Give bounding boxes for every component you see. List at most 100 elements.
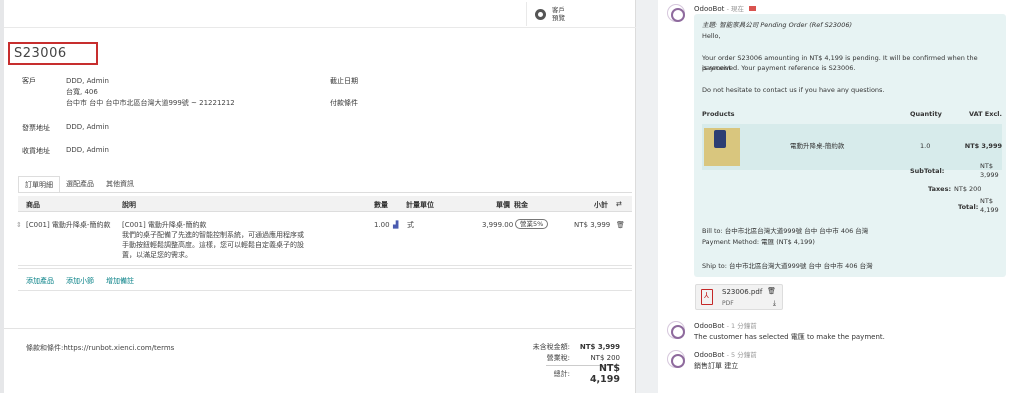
email-products-header: Products Quantity VAT Excl. bbox=[702, 110, 1002, 118]
terms-and-conditions[interactable]: 條款和條件:https://runbot.xienci.com/terms bbox=[26, 343, 174, 353]
email-message-body: 主題: 智能家具公司 Pending Order (Ref S23006) He… bbox=[694, 14, 1006, 277]
untaxed-amount-label: 未含稅金額: bbox=[532, 342, 570, 351]
total-value: NT$ 4,199 bbox=[589, 362, 620, 385]
row-separator bbox=[18, 268, 632, 269]
email-col-vat: VAT Excl. bbox=[969, 110, 1002, 118]
email-bill-to: Bill to: 台中市北區台灣大道999號 台中 台中市 406 台灣 bbox=[702, 227, 869, 235]
customer-field[interactable]: DDD, Admin 台寬, 406 台中市 台中 台中市北區台灣大道999號 … bbox=[66, 76, 235, 109]
email-item-price: NT$ 3,999 bbox=[964, 142, 1002, 150]
envelope-icon bbox=[749, 6, 757, 11]
tab-order-lines[interactable]: 訂單明細 bbox=[18, 176, 60, 193]
order-reference-title: S23006 bbox=[8, 42, 98, 65]
invoice-address-field[interactable]: DDD, Admin bbox=[66, 122, 109, 133]
row-uom[interactable]: 式 bbox=[407, 220, 414, 230]
row-description-line: 手動按鈕輕鬆調整高度。這樣，您可以輕鬆自定義桌子的設 bbox=[122, 241, 304, 249]
add-product-link[interactable]: 添加產品 bbox=[26, 276, 54, 286]
email-item-name: 電動升降桌-簡約款 bbox=[790, 142, 845, 150]
col-quantity[interactable]: 數量 bbox=[374, 200, 388, 210]
download-icon[interactable]: ⤓ bbox=[773, 299, 776, 308]
row-quantity[interactable]: 1.00 bbox=[374, 220, 390, 230]
col-uom[interactable]: 計量單位 bbox=[406, 200, 434, 210]
panel-divider bbox=[636, 0, 658, 393]
untaxed-amount-value: NT$ 3,999 bbox=[579, 342, 620, 351]
product-thumbnail bbox=[704, 128, 740, 166]
row-tax[interactable]: 營業5% bbox=[515, 219, 549, 229]
message-time: - 現在 bbox=[726, 5, 745, 13]
customer-preview-label: 客戶預覽 bbox=[552, 6, 565, 22]
col-price[interactable]: 單價 bbox=[496, 200, 510, 210]
message-author: OdooBot - 5 分鐘前 bbox=[694, 349, 757, 359]
email-subtotal-value: NT$ 3,999 bbox=[980, 162, 999, 179]
customer-address-line1: 台寬, 406 bbox=[66, 88, 98, 96]
pdf-icon bbox=[701, 289, 713, 305]
email-ship-to: Ship to: 台中市北區台灣大道999號 台中 台中市 406 台灣 bbox=[702, 262, 873, 270]
row-description[interactable]: [C001] 電動升降桌-簡約款 我們的桌子配備了先進的智能控制系統，可通過應用… bbox=[122, 220, 362, 260]
add-section-link[interactable]: 添加小節 bbox=[66, 276, 94, 286]
payment-terms-label: 付款條件 bbox=[330, 99, 358, 107]
trash-icon[interactable]: 🗑 bbox=[616, 220, 625, 230]
email-taxes-label: Taxes: bbox=[928, 185, 952, 193]
forecast-chart-icon[interactable]: ▟ bbox=[393, 220, 398, 230]
pdf-attachment-card[interactable]: S23006.pdf PDF 🗑 ⤓ bbox=[695, 284, 783, 310]
tab-optional-products[interactable]: 選配產品 bbox=[60, 176, 100, 193]
email-taxes-value: NT$ 200 bbox=[954, 185, 982, 193]
email-item-qty: 1.0 bbox=[920, 142, 931, 150]
notebook-tabs: 訂單明細 選配產品 其他資訊 bbox=[18, 176, 140, 193]
customer-address-line2: 台中市 台中 台中市北區台灣大道999號 ~ 21221212 bbox=[66, 99, 235, 107]
tax-amount-label: 營業稅: bbox=[546, 353, 570, 362]
message-body: 銷售訂單 建立 bbox=[694, 362, 739, 370]
total-row: 總計: NT$ 4,199 bbox=[500, 363, 620, 385]
email-greeting: Hello, bbox=[702, 32, 721, 40]
author-name[interactable]: OdooBot bbox=[694, 5, 724, 13]
col-product[interactable]: 商品 bbox=[26, 200, 40, 210]
message-time: - 1 分鐘前 bbox=[726, 322, 757, 330]
email-total-label: Total: bbox=[958, 203, 979, 211]
odoobot-avatar[interactable] bbox=[667, 4, 685, 22]
order-lines-header: 商品 說明 數量 計量單位 單價 稅金 小計 ⇄ bbox=[18, 196, 632, 212]
tax-badge: 營業5% bbox=[515, 219, 549, 229]
customer-preview-button[interactable]: 客戶預覽 bbox=[526, 2, 600, 26]
add-line-links: 添加產品 添加小節 增加備註 bbox=[26, 276, 134, 286]
email-body-line: is received. Your payment reference is S… bbox=[702, 64, 856, 72]
email-col-quantity: Quantity bbox=[910, 110, 942, 118]
delivery-address-label: 收貨地址 bbox=[22, 147, 50, 155]
email-col-products: Products bbox=[702, 110, 735, 118]
add-note-link[interactable]: 增加備註 bbox=[106, 276, 134, 286]
footer-separator bbox=[4, 328, 636, 329]
customer-name: DDD, Admin bbox=[66, 77, 109, 85]
row-description-line: 我們的桌子配備了先進的智能控制系統，可通過應用程序或 bbox=[122, 231, 304, 239]
author-name[interactable]: OdooBot bbox=[694, 351, 724, 359]
tax-amount-value: NT$ 200 bbox=[590, 353, 620, 362]
table-row[interactable]: ⇕ [C001] 電動升降桌-簡約款 [C001] 電動升降桌-簡約款 我們的桌… bbox=[16, 214, 632, 266]
delete-attachment-icon[interactable]: 🗑 bbox=[767, 287, 776, 295]
customer-label: 客戶 bbox=[22, 77, 36, 85]
tab-other-info[interactable]: 其他資訊 bbox=[100, 176, 140, 193]
row-product[interactable]: [C001] 電動升降桌-簡約款 bbox=[26, 220, 110, 230]
row-price[interactable]: 3,999.00 bbox=[482, 220, 513, 230]
col-subtotal[interactable]: 小計 bbox=[594, 200, 608, 210]
email-product-row: 電動升降桌-簡約款 1.0 NT$ 3,999 bbox=[702, 124, 1002, 170]
email-subtotal-label: SubTotal: bbox=[910, 167, 945, 175]
odoobot-avatar[interactable] bbox=[667, 350, 685, 368]
odoobot-avatar[interactable] bbox=[667, 321, 685, 339]
expiration-date-label: 截止日期 bbox=[330, 77, 358, 85]
message-author: OdooBot - 1 分鐘前 bbox=[694, 320, 757, 330]
drag-handle-icon[interactable]: ⇕ bbox=[16, 220, 22, 230]
tax-amount-row: 營業稅: NT$ 200 bbox=[500, 352, 620, 363]
col-taxes[interactable]: 稅金 bbox=[514, 200, 528, 210]
attachment-name: S23006.pdf bbox=[722, 288, 763, 296]
col-description[interactable]: 說明 bbox=[122, 200, 136, 210]
email-payment-method: Payment Method: 電匯 (NT$ 4,199) bbox=[702, 238, 815, 246]
attachment-type: PDF bbox=[722, 300, 734, 307]
author-name[interactable]: OdooBot bbox=[694, 322, 724, 330]
invoice-address-label: 發票地址 bbox=[22, 124, 50, 132]
row-separator bbox=[18, 290, 632, 291]
row-description-line: [C001] 電動升降桌-簡約款 bbox=[122, 221, 207, 229]
message-body: The customer has selected 電匯 to make the… bbox=[694, 333, 885, 341]
tab-divider bbox=[18, 192, 632, 193]
sheet-button-box: 客戶預覽 bbox=[4, 0, 636, 28]
column-settings-icon[interactable]: ⇄ bbox=[616, 200, 622, 208]
message-time: - 5 分鐘前 bbox=[726, 351, 757, 359]
delivery-address-field[interactable]: DDD, Admin bbox=[66, 145, 109, 156]
message-author: OdooBot - 現在 bbox=[694, 3, 757, 13]
